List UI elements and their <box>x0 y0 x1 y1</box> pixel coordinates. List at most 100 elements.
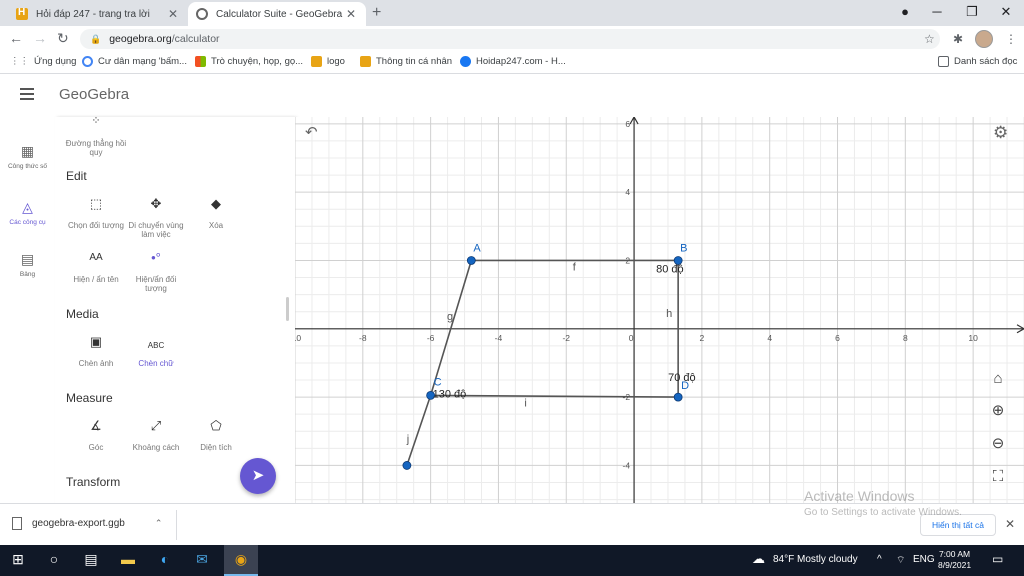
rail-label: Bảng <box>19 271 36 278</box>
menu-icon[interactable] <box>20 88 34 100</box>
tool-distance[interactable]: ⤢ Khoảng cách <box>124 419 188 452</box>
download-item[interactable]: geogebra-export.ggb ⌃ <box>12 517 162 530</box>
bookmarks-bar: ⋮⋮ Ứng dụng Cư dân mạng 'bấm... Trò chuy… <box>0 52 1024 74</box>
tools-icon: ◬ <box>22 199 33 215</box>
avatar[interactable] <box>975 30 993 48</box>
clock[interactable]: 7:00 AM 8/9/2021 <box>938 549 971 571</box>
new-tab-icon[interactable]: + <box>372 4 381 22</box>
search-icon[interactable]: ○ <box>38 551 70 567</box>
bookmark-item[interactable]: Trò chuyện, họp, gọ... <box>195 56 303 67</box>
tool-regression-line[interactable]: ⁘ Đường thẳng hồi quy <box>64 117 128 157</box>
bookmark-item[interactable]: Hoidap247.com - H... <box>460 56 566 67</box>
browser-menu-icon[interactable]: ⋮ <box>1005 32 1017 46</box>
profile-record-icon[interactable]: ● <box>890 4 920 19</box>
rail-item-table[interactable]: ▤ Bảng <box>0 251 55 278</box>
minimize-icon[interactable]: ─ <box>922 4 952 19</box>
y-tick-label: 4 <box>625 187 630 197</box>
chrome-icon: ◉ <box>234 551 248 567</box>
table-icon: ▤ <box>20 251 35 267</box>
tool-delete[interactable]: ◆ Xóa <box>184 196 248 230</box>
bookmark-label: Trò chuyện, họp, gọ... <box>211 56 304 67</box>
tab-geogebra[interactable]: Calculator Suite - GeoGebra ✕ <box>188 2 366 26</box>
scatter-icon: ⁘ <box>91 117 101 127</box>
point-label: B <box>680 242 687 254</box>
bookmark-item[interactable]: Cư dân mạng 'bấm... <box>82 56 187 67</box>
tool-text[interactable]: ABC Chèn chữ <box>124 337 188 368</box>
show-hide-object-icon: •° <box>151 250 161 265</box>
close-icon[interactable]: ✕ <box>1005 517 1015 531</box>
extensions-icon[interactable]: ✱ <box>953 32 963 46</box>
zoom-out-icon[interactable]: ⊖ <box>985 431 1011 457</box>
zoom-in-icon[interactable]: ⊕ <box>985 398 1011 424</box>
graphics-view[interactable]: -10-8-6-4-20246810-4-2246 fhigjABCD80 độ… <box>295 117 1024 503</box>
forward-icon[interactable]: → <box>33 30 47 46</box>
store-icon[interactable]: ▤ <box>75 551 107 568</box>
cursor-icon: ➤ <box>251 467 265 484</box>
tools-scrollbar[interactable] <box>286 297 289 321</box>
bookmark-label: Hoidap247.com - H... <box>476 56 566 67</box>
tool-show-hide-object[interactable]: •° Hiện/ẩn đối tượng <box>124 250 188 293</box>
fullscreen-icon[interactable]: ⛶ <box>985 464 1011 490</box>
coordinate-plane[interactable]: -10-8-6-4-20246810-4-2246 fhigjABCD80 độ… <box>295 117 1024 503</box>
tool-label: Di chuyển vùng làm việc <box>128 221 184 239</box>
tab-title: Calculator Suite - GeoGebra <box>216 8 343 20</box>
network-icon[interactable]: ⌔ <box>896 554 905 567</box>
x-tick-label: -10 <box>295 333 301 343</box>
mail-icon[interactable]: ✉ <box>186 551 218 568</box>
tool-image[interactable]: ▣ Chèn ảnh <box>64 335 128 368</box>
bookmark-reading-list[interactable]: Danh sách đọc <box>938 56 1017 67</box>
address-bar[interactable]: 🔒 geogebra.org/calculator <box>80 29 940 49</box>
x-tick-label: -4 <box>495 333 503 343</box>
tool-area[interactable]: ⬠ Diện tích <box>184 419 248 452</box>
section-title-edit: Edit <box>66 169 87 183</box>
chevron-up-icon[interactable]: ⌃ <box>155 518 163 529</box>
tool-label: Khoảng cách <box>132 443 180 452</box>
gear-icon[interactable]: ⚙ <box>993 123 1008 143</box>
url-host: geogebra.org <box>109 33 172 45</box>
tool-show-hide-label[interactable]: AA Hiện / ẩn tên <box>64 253 128 285</box>
chrome-taskbar-button[interactable]: ◉ <box>224 545 258 576</box>
undo-icon[interactable]: ↶ <box>305 123 318 141</box>
apps-grid-icon: ⋮⋮ <box>10 56 29 67</box>
rail-item-algebra[interactable]: ▦ Công thức số <box>0 143 55 170</box>
reload-icon[interactable]: ↻ <box>57 30 69 47</box>
notifications-icon[interactable]: ▭ <box>992 552 1003 566</box>
rail-item-tools[interactable]: ◬ Các công cụ <box>0 199 55 226</box>
y-tick-label: -4 <box>623 460 631 470</box>
close-window-icon[interactable]: ✕ <box>991 4 1021 20</box>
point-label: A <box>473 242 481 254</box>
mode-toggle-button[interactable]: ➤ <box>240 458 276 494</box>
eraser-icon: ◆ <box>211 196 221 211</box>
back-icon[interactable]: ← <box>9 30 23 46</box>
bookmark-label: Ứng dụng <box>34 56 77 67</box>
tray-chevron-icon[interactable]: ^ <box>877 554 882 565</box>
close-tab-icon[interactable]: ✕ <box>166 7 180 21</box>
close-tab-icon[interactable]: ✕ <box>344 7 358 21</box>
windows-start-icon[interactable]: ⊞ <box>2 551 34 568</box>
tab-hoidap[interactable]: Hỏi đáp 247 - trang tra lời ✕ <box>8 2 188 26</box>
tool-move-graphics[interactable]: ✥ Di chuyển vùng làm việc <box>124 197 188 239</box>
point-end <box>402 461 412 470</box>
tool-label: Chèn ảnh <box>78 359 114 368</box>
tool-angle[interactable]: ∡ Góc <box>64 419 128 452</box>
clock-time: 7:00 AM <box>938 549 971 559</box>
bookmark-apps[interactable]: ⋮⋮ Ứng dụng <box>10 56 76 67</box>
tool-label: Chèn chữ <box>138 359 174 368</box>
restore-icon[interactable]: ❐ <box>957 4 987 20</box>
edge-icon[interactable]: ◐ <box>149 551 181 567</box>
x-tick-label: -6 <box>427 333 435 343</box>
tool-select[interactable]: ⬚ Chọn đối tượng <box>64 197 128 230</box>
bookmark-item[interactable]: Thông tin cá nhân <box>360 56 452 67</box>
language-indicator[interactable]: ENG <box>913 554 935 565</box>
microsoft-icon <box>195 56 206 67</box>
section-title-measure: Measure <box>66 391 113 405</box>
home-icon[interactable]: ⌂ <box>985 366 1011 392</box>
bookmark-label: logo <box>327 56 345 67</box>
bookmark-item[interactable]: logo <box>311 56 345 67</box>
calculator-icon: ▦ <box>20 143 35 159</box>
bookmark-star-icon[interactable]: ☆ <box>924 32 935 46</box>
file-explorer-icon[interactable]: ▬ <box>112 551 144 567</box>
tool-label: Đường thẳng hồi quy <box>65 139 127 157</box>
weather-text[interactable]: 84°F Mostly cloudy <box>773 554 858 565</box>
rail-label: Công thức số <box>7 163 48 170</box>
